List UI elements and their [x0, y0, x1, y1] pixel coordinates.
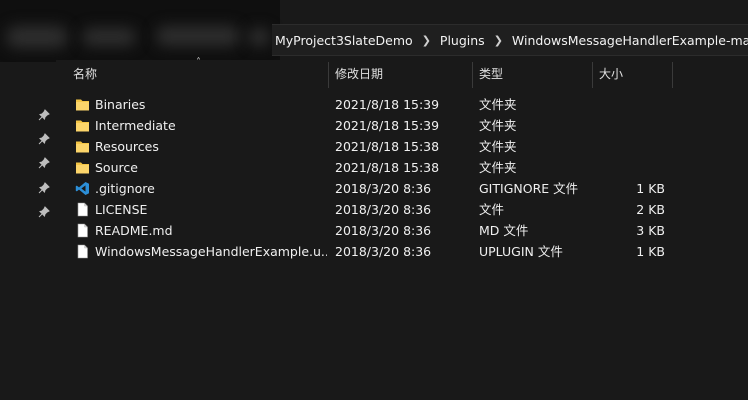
file-type: UPLUGIN 文件	[479, 244, 563, 259]
file-size	[596, 157, 665, 178]
file-modified-date: 2021/8/18 15:39	[335, 97, 440, 112]
file-list: ˄ 名称 修改日期 类型 大小 Binaries 2021/8/18 15:39 文…	[56, 57, 748, 400]
column-divider[interactable]	[672, 62, 673, 88]
blurred-blob	[6, 26, 68, 48]
file-name: Source	[95, 160, 138, 175]
blurred-blob	[156, 26, 240, 46]
file-name: LICENSE	[95, 202, 148, 217]
folder-icon	[75, 97, 90, 112]
file-size: 3 KB	[636, 223, 665, 238]
breadcrumb-current-folder[interactable]: WindowsMessageHandlerExample-master	[506, 33, 748, 48]
pin-icon[interactable]	[38, 182, 50, 194]
blurred-blob	[248, 28, 270, 46]
file-row[interactable]: Intermediate 2021/8/18 15:39 文件夹	[56, 115, 748, 136]
column-header-row: ˄ 名称 修改日期 类型 大小	[56, 57, 748, 88]
file-type: GITIGNORE 文件	[479, 181, 579, 196]
file-name: WindowsMessageHandlerExample.u...	[95, 244, 327, 259]
column-header-name[interactable]: 名称	[66, 60, 328, 88]
file-modified-date: 2021/8/18 15:38	[335, 139, 440, 154]
file-type: 文件夹	[479, 160, 517, 175]
file-size: 1 KB	[636, 244, 665, 259]
column-header-size[interactable]: 大小	[592, 60, 672, 88]
file-row[interactable]: Resources 2021/8/18 15:38 文件夹	[56, 136, 748, 157]
file-type: 文件夹	[479, 139, 517, 154]
file-name: Resources	[95, 139, 159, 154]
blurred-blob	[82, 28, 136, 46]
file-size	[596, 94, 665, 115]
file-row[interactable]: WindowsMessageHandlerExample.u... 2018/3/…	[56, 241, 748, 262]
file-size	[596, 136, 665, 157]
blurred-region	[0, 0, 280, 62]
vscode-icon	[75, 181, 90, 196]
file-name: Binaries	[95, 97, 146, 112]
column-header-type[interactable]: 类型	[472, 60, 592, 88]
file-row[interactable]: .gitignore 2018/3/20 8:36 GITIGNORE 文件 1 KB	[56, 178, 748, 199]
file-name: Intermediate	[95, 118, 176, 133]
file-type: 文件	[479, 202, 505, 217]
file-row[interactable]: Source 2021/8/18 15:38 文件夹	[56, 157, 748, 178]
folder-icon	[75, 139, 90, 154]
pin-icon[interactable]	[38, 109, 50, 121]
file-size: 1 KB	[636, 181, 665, 196]
folder-icon	[75, 160, 90, 175]
file-row[interactable]: README.md 2018/3/20 8:36 MD 文件 3 KB	[56, 220, 748, 241]
file-modified-date: 2018/3/20 8:36	[335, 244, 432, 259]
file-modified-date: 2021/8/18 15:39	[335, 118, 440, 133]
file-type: 文件夹	[479, 118, 517, 133]
pin-icon[interactable]	[38, 133, 50, 145]
pin-icon[interactable]	[38, 206, 50, 218]
file-type: MD 文件	[479, 223, 529, 238]
file-size: 2 KB	[636, 202, 665, 217]
pin-icon[interactable]	[38, 157, 50, 169]
document-icon	[75, 244, 90, 259]
file-modified-date: 2018/3/20 8:36	[335, 181, 432, 196]
address-bar[interactable]: MyProject3SlateDemo ❯ Plugins ❯ WindowsM…	[272, 24, 748, 56]
document-icon	[75, 202, 90, 217]
file-row[interactable]: Binaries 2021/8/18 15:39 文件夹	[56, 94, 748, 115]
chevron-right-icon[interactable]: ❯	[491, 34, 506, 47]
file-size	[596, 115, 665, 136]
file-name: README.md	[95, 223, 173, 238]
breadcrumb-project[interactable]: MyProject3SlateDemo	[272, 33, 419, 48]
column-header-date[interactable]: 修改日期	[328, 60, 472, 88]
folder-icon	[75, 118, 90, 133]
file-rows: Binaries 2021/8/18 15:39 文件夹 Intermediate 20…	[56, 94, 748, 262]
breadcrumb-plugins[interactable]: Plugins	[434, 33, 491, 48]
file-modified-date: 2018/3/20 8:36	[335, 223, 432, 238]
file-row[interactable]: LICENSE 2018/3/20 8:36 文件 2 KB	[56, 199, 748, 220]
navigation-pane	[0, 62, 56, 400]
file-modified-date: 2018/3/20 8:36	[335, 202, 432, 217]
file-modified-date: 2021/8/18 15:38	[335, 160, 440, 175]
chevron-right-icon[interactable]: ❯	[419, 34, 434, 47]
file-name: .gitignore	[95, 181, 155, 196]
file-type: 文件夹	[479, 97, 517, 112]
document-icon	[75, 223, 90, 238]
